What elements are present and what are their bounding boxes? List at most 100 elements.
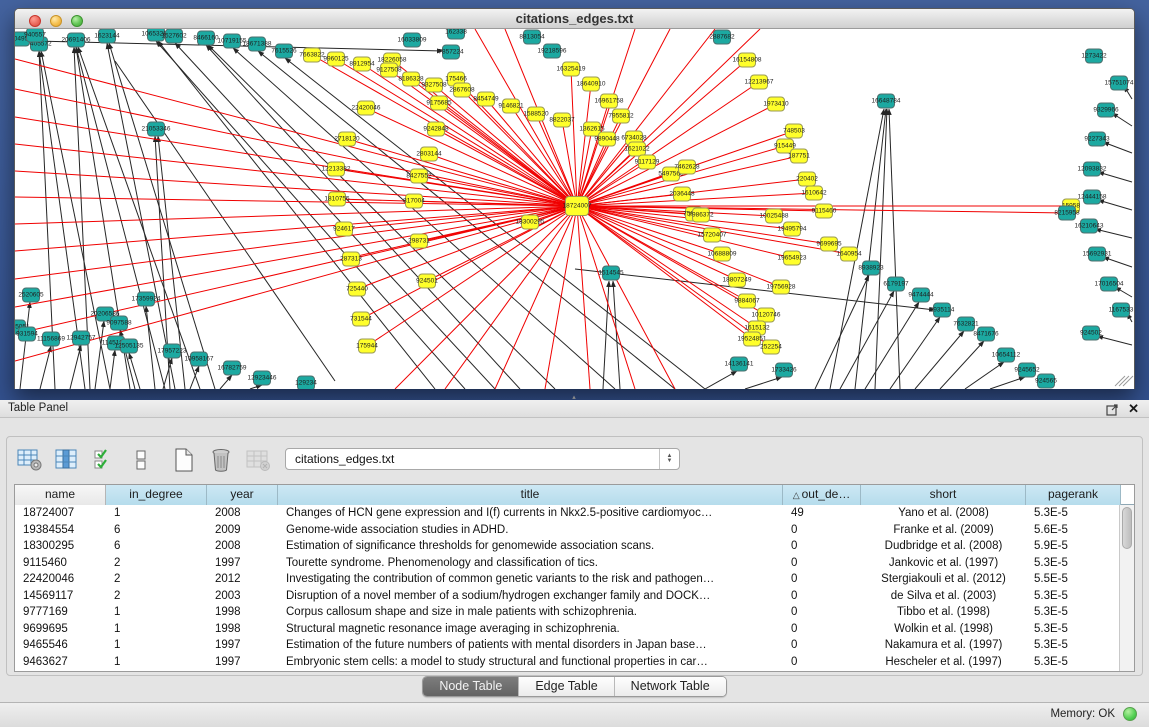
graph-node-label: 12093832 — [1078, 166, 1107, 173]
cell-in_degree: 1 — [106, 637, 207, 654]
table-type-tabs: Node Table Edge Table Network Table — [0, 676, 1149, 697]
table-row[interactable]: 1456911722003Disruption of a novel membe… — [15, 588, 1121, 605]
table-row[interactable]: 1830029562008Estimation of significance … — [15, 538, 1121, 555]
cell-out_de: 49 — [783, 505, 861, 522]
cell-in_degree: 1 — [106, 505, 207, 522]
cell-pagerank: 5.3E-5 — [1026, 604, 1121, 621]
graph-node-label: 7632821 — [953, 321, 979, 328]
column-header-year[interactable]: year — [207, 485, 278, 505]
row-check-icon[interactable] — [90, 447, 118, 473]
cell-pagerank: 5.3E-5 — [1026, 505, 1121, 522]
graph-node-label: 9175685 — [426, 100, 452, 107]
delete-row-icon[interactable] — [207, 447, 235, 473]
rows-icon[interactable] — [127, 447, 155, 473]
memory-ok-light[interactable] — [1123, 707, 1137, 721]
graph-node-label: 18226058 — [378, 57, 407, 64]
scrollbar-thumb[interactable] — [1122, 507, 1132, 549]
table-settings-icon[interactable] — [16, 447, 44, 473]
graph-node-label: 940557 — [24, 32, 46, 39]
graph-node-label: 129234 — [295, 380, 317, 387]
cell-name: 9777169 — [15, 604, 106, 621]
table-source-dropdown[interactable]: citations_edges.txt ▲▼ — [285, 448, 680, 470]
graph-node-label: 16782759 — [218, 365, 247, 372]
table-vertical-scrollbar[interactable] — [1119, 505, 1134, 671]
graph-node-label: 9115460 — [812, 208, 837, 215]
graph-node-label: 9329966 — [1093, 107, 1119, 114]
desktop-background: citations_edges.txt 94055722069140616231… — [0, 0, 1149, 400]
table-row[interactable]: 946554611997Estimation of the future num… — [15, 637, 1121, 654]
cell-out_de: 0 — [783, 604, 861, 621]
table-row[interactable]: 2242004622012Investigating the contribut… — [15, 571, 1121, 588]
cell-title: Embryonic stem cells: a model to study s… — [278, 654, 783, 671]
graph-node-label: 6179197 — [883, 281, 909, 288]
graph-node-label: 7663822 — [299, 52, 325, 59]
cell-name: 9463627 — [15, 654, 106, 671]
delete-table-icon[interactable] — [244, 447, 272, 473]
graph-node-label: 12505135 — [115, 343, 144, 350]
graph-node-label: 12444158 — [1078, 194, 1107, 201]
new-table-icon[interactable] — [170, 447, 198, 473]
close-panel-icon[interactable]: ✕ — [1128, 401, 1139, 417]
citation-edges-red — [15, 29, 1071, 389]
column-header-pagerank[interactable]: pagerank — [1026, 485, 1121, 505]
resize-grip-icon[interactable] — [1115, 376, 1133, 386]
graph-node-label: 17016504 — [1095, 281, 1124, 288]
memory-status-label: Memory: OK — [1050, 708, 1115, 720]
table-row[interactable]: 911546021997Tourette syndrome. Phenomeno… — [15, 555, 1121, 572]
column-header-name[interactable]: name — [15, 485, 106, 505]
cell-pagerank: 5.6E-5 — [1026, 522, 1121, 539]
column-header-title[interactable]: title — [278, 485, 783, 505]
table-row[interactable]: 969969511998Structural magnetic resonanc… — [15, 621, 1121, 638]
graph-node-label: 9242848 — [423, 126, 449, 133]
graph-node-label: 16033809 — [398, 37, 427, 44]
graph-node-label: 1733426 — [771, 367, 797, 374]
cell-title: Structural magnetic resonance image aver… — [278, 621, 783, 638]
tab-network-table[interactable]: Network Table — [615, 677, 726, 696]
graph-node-label: 9117129 — [635, 159, 660, 166]
graph-node-label: 10025488 — [760, 213, 789, 220]
graph-node-label: 931594 — [16, 331, 38, 338]
graph-node-label: 18671388 — [243, 41, 272, 48]
column-header-in_degree[interactable]: in_degree — [106, 485, 207, 505]
graph-node-label: 14136141 — [725, 361, 754, 368]
table-header-row[interactable]: namein_degreeyeartitle△out_de…shortpager… — [15, 485, 1134, 505]
cell-short: Stergiakouli et al. (2012) — [861, 571, 1026, 588]
tab-edge-table[interactable]: Edge Table — [519, 677, 614, 696]
float-panel-icon[interactable] — [1106, 403, 1119, 416]
graph-node-label: 2887682 — [709, 34, 735, 41]
node-table[interactable]: namein_degreeyeartitle△out_de…shortpager… — [14, 484, 1135, 672]
cell-year: 2003 — [207, 588, 278, 605]
graph-node-label: 8215958 — [1054, 210, 1080, 217]
cell-title: Tourette syndrome. Phenomenology and cla… — [278, 555, 783, 572]
cell-year: 1997 — [207, 654, 278, 671]
graph-node-label: 725440 — [346, 286, 368, 293]
graph-node-label: 924501 — [416, 278, 438, 285]
graph-node-label: 298731 — [408, 238, 430, 245]
cell-name: 18724007 — [15, 505, 106, 522]
graph-node-label: 1623144 — [94, 33, 120, 40]
graph-node-label: 22420046 — [352, 105, 381, 112]
graph-node-label: 8427552 — [406, 173, 432, 180]
status-bar: Memory: OK — [0, 702, 1149, 727]
table-row[interactable]: 1872400712008Changes of HCN gene express… — [15, 505, 1121, 522]
graph-node-label: 18724007 — [563, 203, 592, 210]
cell-title: Genome-wide association studies in ADHD. — [278, 522, 783, 539]
cell-name: 9465546 — [15, 637, 106, 654]
pane-splitter-handle[interactable]: ▴ — [567, 395, 581, 401]
column-header-out_de[interactable]: △out_de… — [783, 485, 861, 505]
network-canvas[interactable]: 9405572206914061623144106532871527602846… — [15, 29, 1134, 389]
table-body[interactable]: 1872400712008Changes of HCN gene express… — [15, 505, 1121, 671]
cell-in_degree: 1 — [106, 604, 207, 621]
window-titlebar[interactable]: citations_edges.txt — [15, 9, 1134, 29]
column-select-icon[interactable] — [53, 447, 81, 473]
graph-node-label: 9890448 — [594, 136, 620, 143]
graph-node-label: 16210643 — [1075, 223, 1104, 230]
cell-out_de: 0 — [783, 571, 861, 588]
network-view-window[interactable]: citations_edges.txt 94055722069140616231… — [14, 8, 1135, 389]
tab-node-table[interactable]: Node Table — [423, 677, 519, 696]
table-row[interactable]: 977716911998Corpus callosum shape and si… — [15, 604, 1121, 621]
graph-node-label: 17359924 — [132, 296, 161, 303]
table-row[interactable]: 946362711997Embryonic stem cells: a mode… — [15, 654, 1121, 671]
column-header-short[interactable]: short — [861, 485, 1026, 505]
table-row[interactable]: 1938455462009Genome-wide association stu… — [15, 522, 1121, 539]
